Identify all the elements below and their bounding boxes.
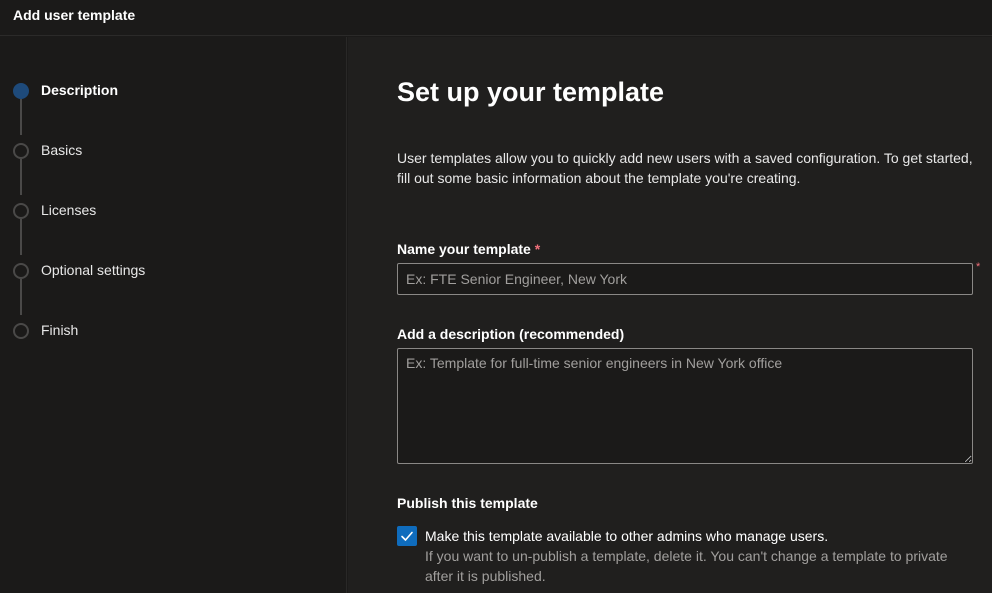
step-connector xyxy=(20,279,22,315)
template-name-input[interactable] xyxy=(397,263,973,295)
step-label: Description xyxy=(41,82,119,98)
publish-checkbox-label[interactable]: Make this template available to other ad… xyxy=(425,528,828,544)
required-indicator: * xyxy=(976,261,981,273)
step-label: Finish xyxy=(41,322,79,338)
step-indicator-icon xyxy=(13,83,29,99)
template-description-textarea[interactable] xyxy=(397,348,973,464)
step-optional-settings[interactable]: Optional settings xyxy=(0,258,340,282)
step-connector xyxy=(20,159,22,195)
step-label: Basics xyxy=(41,142,83,158)
step-licenses[interactable]: Licenses xyxy=(0,198,340,222)
checkmark-icon xyxy=(401,531,413,541)
main-panel: Set up your template User templates allo… xyxy=(348,37,992,593)
description-field-label: Add a description (recommended) xyxy=(397,326,625,342)
step-indicator-icon xyxy=(13,143,29,159)
name-field-label: Name your template * xyxy=(397,241,540,257)
page-title: Set up your template xyxy=(397,77,665,107)
wizard-steps: Description Basics Licenses Optional set… xyxy=(0,37,347,593)
step-indicator-icon xyxy=(13,263,29,279)
step-indicator-icon xyxy=(13,203,29,219)
required-mark: * xyxy=(534,241,541,257)
step-finish[interactable]: Finish xyxy=(0,318,340,342)
step-description[interactable]: Description xyxy=(0,78,340,102)
intro-text: User templates allow you to quickly add … xyxy=(397,150,973,186)
title-bar: Add user template xyxy=(0,0,992,36)
publish-heading: Publish this template xyxy=(397,495,538,511)
step-label: Optional settings xyxy=(41,262,146,278)
step-basics[interactable]: Basics xyxy=(0,138,340,162)
step-label: Licenses xyxy=(41,202,97,218)
name-label-text: Name your template xyxy=(397,241,531,257)
publish-help-text: If you want to un-publish a template, de… xyxy=(425,548,948,584)
publish-checkbox[interactable] xyxy=(397,526,417,546)
window-title: Add user template xyxy=(13,7,136,23)
step-connector xyxy=(20,219,22,255)
step-indicator-icon xyxy=(13,323,29,339)
step-connector xyxy=(20,99,22,135)
